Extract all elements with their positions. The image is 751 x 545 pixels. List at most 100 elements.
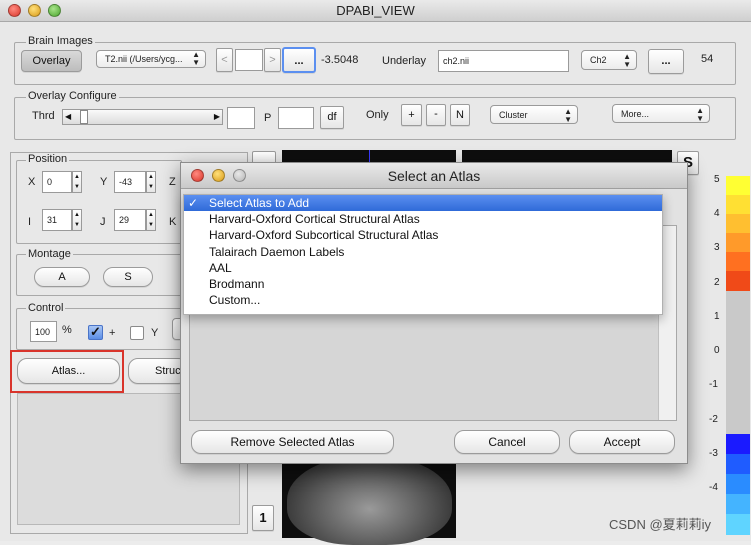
y-stepper[interactable]: ▲ ▼: [146, 171, 156, 193]
underlay-file-field[interactable]: ch2.nii: [438, 50, 569, 72]
colorbar-tick: -1: [709, 379, 718, 390]
overlay-button[interactable]: Overlay: [21, 50, 82, 72]
i-label: I: [28, 216, 32, 228]
threshold-slider[interactable]: ◀ ▶: [62, 109, 223, 125]
cluster-select[interactable]: Cluster ▲ ▼: [490, 105, 578, 124]
overlay-index-field[interactable]: [235, 49, 263, 71]
x-label: X: [28, 176, 36, 188]
y-field[interactable]: -43: [114, 171, 146, 193]
colorbar-positive-segment: [726, 176, 750, 196]
menu-item-harvard-oxford-cortical[interactable]: Harvard-Oxford Cortical Structural Atlas: [184, 211, 662, 227]
colorbar-tick: 5: [714, 174, 720, 185]
cluster-select-value: Cluster: [499, 110, 528, 120]
underlay-label: Underlay: [382, 55, 427, 67]
atlas-dropdown-menu: ✓ Select Atlas to Add Harvard-Oxford Cort…: [183, 194, 663, 315]
menu-item-talairach[interactable]: Talairach Daemon Labels: [184, 244, 662, 260]
zoom-window-button[interactable]: [48, 4, 61, 17]
checkmark-icon: ✓: [188, 196, 199, 210]
overlay-file-select[interactable]: T2.nii (/Users/ycg... ▲ ▼: [96, 50, 206, 68]
colorbar-positive-segment: [726, 195, 750, 215]
colorbar-tick: 1: [714, 311, 720, 322]
dialog-zoom-button[interactable]: [233, 169, 246, 182]
j-stepper[interactable]: ▲ ▼: [146, 209, 156, 231]
j-field[interactable]: 29: [114, 209, 146, 231]
atlas-button[interactable]: Atlas...: [17, 358, 120, 384]
underlay-browse-button[interactable]: ...: [648, 49, 684, 74]
only-plus-button[interactable]: +: [401, 104, 422, 126]
dialog-title: Select an Atlas: [387, 168, 481, 184]
z-label: Z: [169, 176, 176, 188]
slice-number-button[interactable]: 1: [252, 505, 274, 531]
only-minus-button[interactable]: -: [426, 104, 446, 126]
menu-item-label: Brodmann: [209, 276, 265, 291]
montage-s-button[interactable]: S: [103, 267, 153, 287]
x-stepper[interactable]: ▲ ▼: [72, 171, 82, 193]
df-button[interactable]: df: [320, 106, 344, 129]
threshold-field[interactable]: [227, 107, 255, 129]
colorbar-positive-segment: [726, 271, 750, 291]
i-field[interactable]: 31: [42, 209, 72, 231]
dialog-title-bar: Select an Atlas: [181, 163, 687, 189]
colorbar-negative-segment: [726, 514, 750, 535]
y-label: Y: [100, 176, 108, 188]
menu-item-label: Harvard-Oxford Cortical Structural Atlas: [209, 212, 420, 227]
structure-button[interactable]: Struc: [128, 358, 188, 384]
updown-arrow-icon: ▲ ▼: [696, 106, 704, 123]
n-button[interactable]: N: [450, 104, 470, 126]
colorbar-negative-segment: [726, 494, 750, 515]
plus-checkbox[interactable]: ✓: [88, 325, 103, 340]
dialog-close-button[interactable]: [191, 169, 204, 182]
control-label: Control: [26, 302, 66, 314]
colorbar-positive-segment: [726, 233, 750, 253]
axial-brain-image: [287, 455, 452, 545]
dialog-minimize-button[interactable]: [212, 169, 225, 182]
updown-arrow-icon: ▲ ▼: [623, 52, 631, 69]
percent-label: %: [62, 324, 72, 336]
overlay-browse-button[interactable]: ...: [282, 47, 316, 73]
close-window-button[interactable]: [8, 4, 21, 17]
i-stepper[interactable]: ▲ ▼: [72, 209, 82, 231]
slider-left-arrow-icon[interactable]: ◀: [65, 112, 71, 121]
y-checkbox[interactable]: [130, 326, 144, 340]
title-bar: DPABI_VIEW: [0, 0, 751, 22]
brain-images-label: Brain Images: [26, 35, 95, 47]
percent-field[interactable]: 100: [30, 321, 57, 342]
updown-arrow-icon: ▲ ▼: [564, 107, 572, 124]
colorbar: [726, 176, 750, 535]
remove-selected-atlas-button[interactable]: Remove Selected Atlas: [191, 430, 394, 454]
colorbar-tick: -4: [709, 482, 718, 493]
colorbar-tick: -3: [709, 448, 718, 459]
more-select[interactable]: More... ▲ ▼: [612, 104, 710, 123]
slider-right-arrow-icon[interactable]: ▶: [214, 112, 220, 121]
menu-item-harvard-oxford-subcortical[interactable]: Harvard-Oxford Subcortical Structural At…: [184, 227, 662, 243]
dpabi-view-window: DPABI_VIEW Brain Images Overlay T2.nii (…: [0, 0, 751, 545]
menu-item-label: Select Atlas to Add: [209, 196, 310, 210]
prev-overlay-button[interactable]: <: [216, 48, 233, 72]
x-field[interactable]: 0: [42, 171, 72, 193]
overlay-file-value: T2.nii (/Users/ycg...: [105, 54, 183, 64]
y-check-label: Y: [151, 327, 159, 339]
next-overlay-button[interactable]: >: [264, 48, 281, 72]
colorbar-tick: 0: [714, 345, 720, 356]
plus-check-label: +: [109, 327, 116, 339]
menu-item-brodmann[interactable]: Brodmann: [184, 276, 662, 292]
j-label: J: [100, 216, 106, 228]
colorbar-tick: 3: [714, 242, 720, 253]
accept-button[interactable]: Accept: [569, 430, 675, 454]
more-select-value: More...: [621, 109, 650, 119]
overlay-configure-label: Overlay Configure: [26, 90, 119, 102]
underlay-template-select[interactable]: Ch2 ▲ ▼: [581, 50, 637, 70]
menu-item-label: Custom...: [209, 293, 261, 308]
cancel-button[interactable]: Cancel: [454, 430, 560, 454]
menu-item-label: Harvard-Oxford Subcortical Structural At…: [209, 228, 439, 243]
position-label: Position: [26, 153, 70, 165]
slider-thumb[interactable]: [80, 110, 88, 124]
menu-item-select-atlas[interactable]: ✓ Select Atlas to Add: [184, 195, 662, 212]
menu-item-aal[interactable]: AAL: [184, 260, 662, 276]
p-field[interactable]: [278, 107, 314, 129]
menu-item-custom[interactable]: Custom...: [184, 292, 662, 308]
colorbar-tick: 4: [714, 208, 720, 219]
minimize-window-button[interactable]: [28, 4, 41, 17]
montage-label: Montage: [26, 248, 73, 260]
montage-a-button[interactable]: A: [34, 267, 90, 287]
